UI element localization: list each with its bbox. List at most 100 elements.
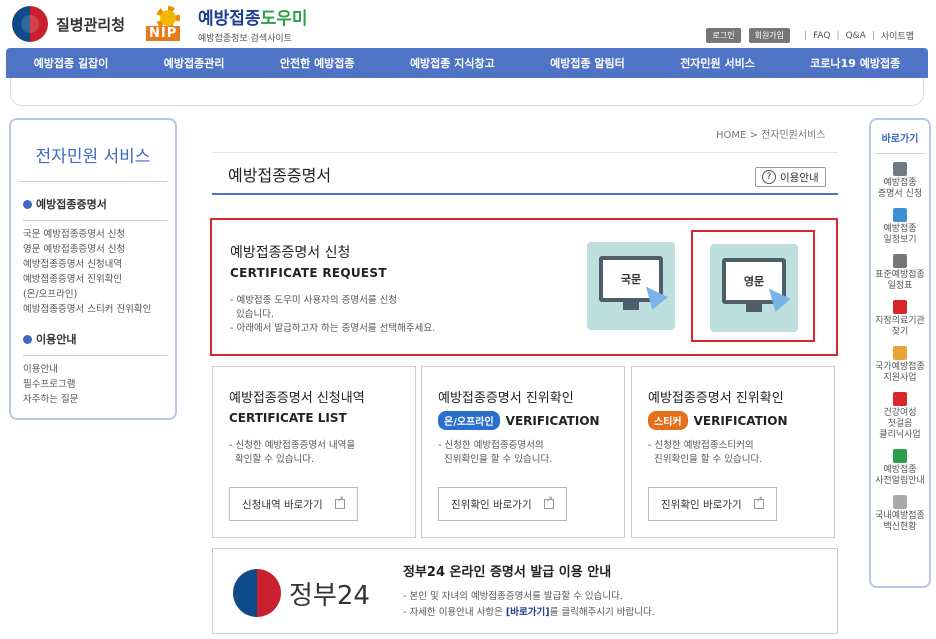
sidebar-item-sticker-verification[interactable]: 예방접종증명서 스티커 진위확인 (23, 302, 167, 317)
usage-guide-button[interactable]: ? 이용안내 (755, 167, 826, 187)
gnb-item[interactable]: 예방접종관리 (164, 55, 225, 71)
nip-sun-icon: NIP (146, 4, 190, 44)
external-link-icon (543, 495, 554, 509)
request-list-link-button[interactable]: 신청내역 바로가기 (229, 487, 358, 521)
korean-certificate-button[interactable]: 국문 (587, 242, 675, 330)
quick-menu-label: 지정의료기관 찾기 (875, 316, 925, 337)
quick-menu-item[interactable]: 국가예방접종 지원사업 (871, 346, 929, 384)
vaccine-icon (893, 495, 907, 509)
request-list-card: 예방접종증명서 신청내역 CERTIFICATE LIST - 신청한 예방접종… (212, 366, 416, 538)
gov24-guide-panel: 정부24 정부24 온라인 증명서 발급 이용 안내 - 본인 및 자녀의 예방… (212, 548, 838, 634)
sitemap-link[interactable]: 사이트맵 (881, 29, 914, 42)
gnb-item[interactable]: 전자민원 서비스 (680, 55, 755, 71)
sidebar-item-korean-request[interactable]: 국문 예방접종증명서 신청 (23, 227, 167, 242)
faq-link[interactable]: FAQ (813, 31, 830, 41)
qa-link[interactable]: Q&A (846, 31, 866, 41)
gnb-item[interactable]: 예방접종 알림터 (550, 55, 625, 71)
card-description: - 신청한 예방접종증명서 내역을 확인할 수 있습니다. (229, 440, 356, 465)
quick-menu-label: 예방접종 사전알림안내 (875, 465, 925, 486)
online-offline-badge: 온/오프라인 (438, 411, 500, 430)
sidebar-item-english-request[interactable]: 영문 예방접종증명서 신청 (23, 242, 167, 257)
calendar-icon (893, 208, 907, 222)
card-subtitle: 온/오프라인 VERIFICATION (438, 411, 600, 430)
request-title: 예방접종증명서 신청 (230, 245, 351, 261)
quick-menu-item[interactable]: 예방접종 일정보기 (871, 208, 929, 246)
document-icon (893, 346, 907, 360)
gov24-shortcut-link[interactable]: [바로가기] (506, 607, 550, 618)
sidebar-group-usage[interactable]: 이용안내 (23, 331, 165, 347)
card-description: - 신청한 예방접종증명서의 진위확인을 할 수 있습니다. (438, 440, 553, 465)
sidebar-item-request-list[interactable]: 예방접종증명서 신청내역 (23, 257, 167, 272)
quick-menu-title: 바로가기 (875, 130, 925, 154)
card-title: 예방접종증명서 진위확인 (438, 391, 574, 406)
quick-menu: 바로가기 예방접종 증명서 신청예방접종 일정보기표준예방접종 일정표지정의료기… (869, 118, 931, 588)
online-verification-link-button[interactable]: 진위확인 바로가기 (438, 487, 567, 521)
sidebar-item-programs[interactable]: 필수프로그램 (23, 377, 167, 392)
card-subtitle: 스티커 VERIFICATION (648, 411, 788, 430)
quick-menu-label: 예방접종 증명서 신청 (877, 178, 923, 199)
quick-menu-label: 예방접종 일정보기 (883, 224, 917, 245)
sidebar-item-verification-sub[interactable]: (온/오프라인) (23, 287, 167, 302)
sidebar-item-verification[interactable]: 예방접종증명서 진위확인 (23, 272, 167, 287)
join-button[interactable]: 회원가입 (748, 28, 791, 43)
kdca-logo-text: 질병관리청 (56, 15, 126, 34)
left-sidebar: 전자민원 서비스 예방접종증명서 국문 예방접종증명서 신청 영문 예방접종증명… (9, 118, 177, 420)
quick-menu-item[interactable]: 예방접종 증명서 신청 (871, 162, 929, 200)
request-subtitle: CERTIFICATE REQUEST (230, 266, 387, 280)
question-icon: ? (762, 170, 776, 184)
quick-menu-item[interactable]: 건강여성 첫걸음 클리닉사업 (871, 392, 929, 441)
bullet-icon (23, 334, 32, 344)
card-title: 예방접종증명서 신청내역 (229, 391, 365, 406)
nip-logo[interactable]: NIP 예방접종도우미 예방접종정보 검색사이트 (146, 4, 307, 44)
nip-logo-subtitle: 예방접종정보 검색사이트 (198, 34, 292, 44)
speaker-icon (893, 449, 907, 463)
gnb-item[interactable]: 예방접종 길잡이 (34, 55, 109, 71)
taegeuk-logo-icon (233, 569, 281, 617)
quick-menu-label: 국가예방접종 지원사업 (875, 362, 925, 383)
nip-logo-text: 예방접종도우미 (198, 9, 308, 29)
bullet-icon (23, 199, 32, 209)
gnb-item[interactable]: 코로나19 예방접종 (810, 55, 900, 71)
gov24-logo: 정부24 (233, 569, 370, 617)
quick-menu-label: 건강여성 첫걸음 클리닉사업 (879, 408, 921, 440)
sidebar-item-faq[interactable]: 자주하는 질문 (23, 392, 167, 407)
gnb-item[interactable]: 안전한 예방접종 (280, 55, 355, 71)
sticker-verification-link-button[interactable]: 진위확인 바로가기 (648, 487, 777, 521)
login-button[interactable]: 로그인 (706, 28, 741, 43)
hospital-icon (893, 300, 907, 314)
certificate-request-panel: 예방접종증명서 신청 CERTIFICATE REQUEST - 예방접종 도우… (210, 218, 838, 356)
kdca-logo[interactable]: 질병관리청 (12, 6, 125, 42)
gov24-description: - 본인 및 자녀의 예방접종증명서를 발급할 수 있습니다. - 자세한 이용… (403, 591, 655, 618)
sticker-badge: 스티커 (648, 411, 688, 430)
external-link-icon (334, 495, 345, 509)
card-title: 예방접종증명서 진위확인 (648, 391, 784, 406)
english-certificate-highlight: 영문 (691, 230, 815, 342)
pen-icon (893, 254, 907, 268)
sticker-verification-card: 예방접종증명서 진위확인 스티커 VERIFICATION - 신청한 예방접종… (631, 366, 835, 538)
gov24-title: 정부24 온라인 증명서 발급 이용 안내 (403, 565, 612, 580)
title-underline (212, 193, 838, 195)
page-title: 예방접종증명서 (228, 166, 332, 185)
card-subtitle: CERTIFICATE LIST (229, 411, 347, 425)
nip-badge: NIP (146, 26, 181, 41)
taegeuk-logo-icon (12, 6, 48, 42)
sidebar-group-certificate[interactable]: 예방접종증명서 (23, 196, 165, 212)
quick-menu-label: 국내예방접종 백신현황 (875, 511, 925, 532)
quick-menu-item[interactable]: 표준예방접종 일정표 (871, 254, 929, 292)
request-description: - 예방접종 도우미 사용자의 증명서를 신청 있습니다. - 아래에서 발급하… (230, 295, 436, 334)
utility-links: 로그인 회원가입 | FAQ | Q&A | 사이트맵 (706, 28, 914, 43)
printer-icon (893, 162, 907, 176)
english-certificate-button[interactable]: 영문 (710, 244, 798, 332)
external-link-icon (753, 495, 764, 509)
sidebar-item-usage[interactable]: 이용안내 (23, 362, 167, 377)
gnb-submenu-panel (10, 78, 924, 106)
quick-menu-label: 표준예방접종 일정표 (875, 270, 925, 291)
gnb-item[interactable]: 예방접종 지식창고 (410, 55, 495, 71)
divider (212, 152, 838, 153)
quick-menu-item[interactable]: 예방접종 사전알림안내 (871, 449, 929, 487)
global-nav: 예방접종 길잡이 예방접종관리 안전한 예방접종 예방접종 지식창고 예방접종 … (6, 48, 928, 78)
box-icon (893, 392, 907, 406)
online-verification-card: 예방접종증명서 진위확인 온/오프라인 VERIFICATION - 신청한 예… (421, 366, 625, 538)
quick-menu-item[interactable]: 지정의료기관 찾기 (871, 300, 929, 338)
quick-menu-item[interactable]: 국내예방접종 백신현황 (871, 495, 929, 533)
